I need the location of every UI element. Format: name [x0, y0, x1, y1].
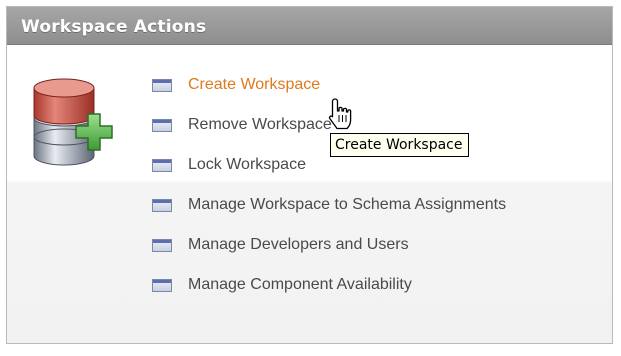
workspace-action-list: Create Workspace Remove Workspace Lock W… — [152, 76, 602, 316]
window-icon — [152, 79, 172, 92]
create-workspace-link[interactable]: Create Workspace — [188, 76, 320, 94]
action-create-workspace[interactable]: Create Workspace — [152, 76, 602, 116]
manage-component-availability-link[interactable]: Manage Component Availability — [188, 276, 412, 294]
window-icon — [152, 279, 172, 292]
window-icon — [152, 199, 172, 212]
manage-schema-assignments-link[interactable]: Manage Workspace to Schema Assignments — [188, 196, 506, 214]
action-manage-schema-assignments[interactable]: Manage Workspace to Schema Assignments — [152, 196, 602, 236]
panel-title: Workspace Actions — [21, 17, 207, 37]
action-manage-developers-users[interactable]: Manage Developers and Users — [152, 236, 602, 276]
database-add-icon — [33, 78, 113, 166]
lock-workspace-link[interactable]: Lock Workspace — [188, 156, 306, 174]
tooltip: Create Workspace — [330, 133, 469, 157]
window-icon — [152, 119, 172, 132]
hand-pointer-icon — [328, 98, 352, 130]
action-lock-workspace[interactable]: Lock Workspace — [152, 156, 602, 196]
window-icon — [152, 159, 172, 172]
panel-header: Workspace Actions — [7, 7, 612, 45]
action-manage-component-availability[interactable]: Manage Component Availability — [152, 276, 602, 316]
manage-developers-users-link[interactable]: Manage Developers and Users — [188, 236, 409, 254]
remove-workspace-link[interactable]: Remove Workspace — [188, 116, 332, 134]
window-icon — [152, 239, 172, 252]
